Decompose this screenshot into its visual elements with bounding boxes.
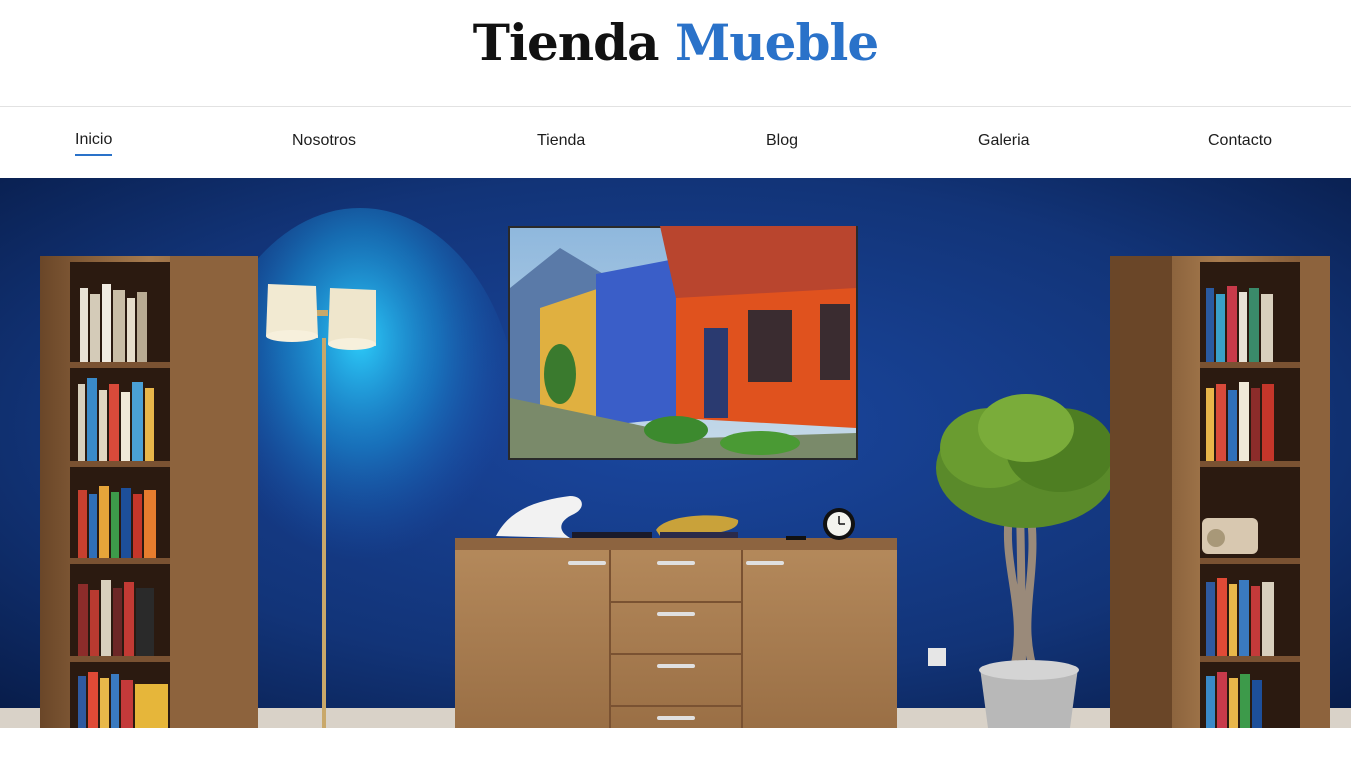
wall-painting (508, 226, 858, 460)
hero-banner (0, 178, 1351, 728)
logo-word-tienda: Tienda (472, 13, 660, 72)
wall-outlet (928, 648, 946, 666)
logo-word-mueble: Mueble (674, 13, 879, 72)
nav-item-tienda[interactable]: Tienda (537, 130, 585, 152)
nav-item-inicio[interactable]: Inicio (75, 129, 113, 156)
site-header: Tienda Mueble (0, 0, 1351, 107)
right-bookshelf (1110, 256, 1330, 728)
nav-item-blog[interactable]: Blog (766, 130, 798, 152)
nav-item-contacto[interactable]: Contacto (1208, 130, 1272, 152)
nav-item-galeria[interactable]: Galeria (978, 130, 1030, 152)
nav-item-nosotros[interactable]: Nosotros (292, 130, 356, 152)
main-nav: Inicio Nosotros Tienda Blog Galeria Cont… (0, 108, 1351, 178)
site-logo[interactable]: Tienda Mueble (0, 10, 1351, 76)
hero-image (0, 178, 1351, 728)
left-bookshelf (40, 256, 258, 728)
sideboard (455, 538, 897, 728)
